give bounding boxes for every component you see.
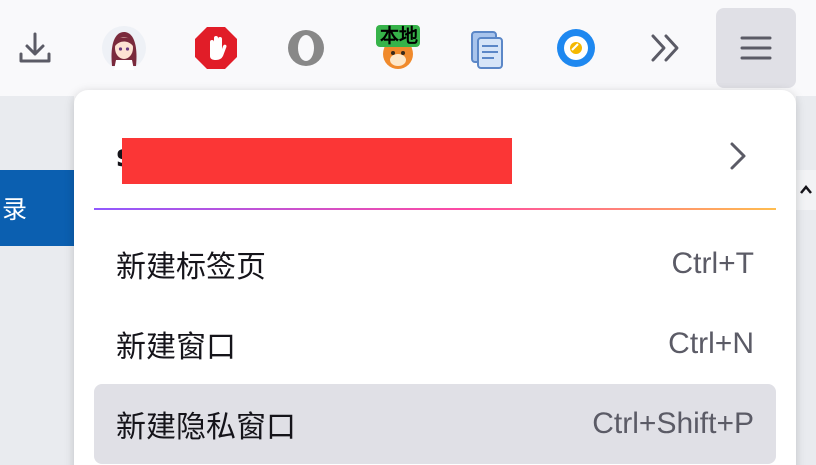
- documents-extension-icon: [471, 31, 503, 69]
- menu-item-new-window[interactable]: 新建窗口 Ctrl+N: [94, 304, 776, 384]
- page-nav-tab[interactable]: 录: [0, 170, 74, 246]
- overflow-button[interactable]: [634, 8, 698, 88]
- anime-avatar-extension-button[interactable]: [92, 8, 156, 88]
- redacted-account-name: [122, 138, 512, 184]
- app-menu-button[interactable]: [716, 8, 796, 88]
- page-scroll-arrow[interactable]: [796, 170, 816, 210]
- blue-circle-extension-icon: [557, 29, 595, 67]
- blue-circle-extension-button[interactable]: [544, 8, 608, 88]
- chevron-up-icon: [800, 185, 812, 194]
- extension-badge: 本地: [380, 25, 419, 47]
- page-background: [0, 96, 74, 465]
- menu-item-label: 新建隐私窗口: [116, 410, 296, 445]
- menu-item-label: 新建窗口: [116, 330, 236, 365]
- overflow-chevrons-icon: [651, 34, 679, 62]
- menu-separator: [94, 208, 776, 210]
- ring-extension-icon: [288, 30, 324, 66]
- hamburger-menu-icon: [740, 36, 772, 60]
- browser-toolbar: 本地: [0, 0, 816, 96]
- local-fox-extension-button[interactable]: 本地: [366, 8, 430, 88]
- documents-extension-button[interactable]: [454, 8, 518, 88]
- download-icon: [19, 32, 51, 63]
- menu-item-shortcut: Ctrl+N: [668, 327, 754, 360]
- adblock-hand-icon: [195, 27, 237, 69]
- page-nav-tab-label: 录: [2, 195, 28, 224]
- anime-avatar-extension-icon: [102, 26, 146, 70]
- menu-item-label: 新建标签页: [116, 250, 266, 285]
- app-menu-panel: s 新建标签页 Ctrl+T 新建窗口 Ctrl+N 新建隐私窗口 Ctrl+S…: [74, 90, 796, 465]
- page-background-right: [796, 96, 816, 465]
- menu-item-new-private-window[interactable]: 新建隐私窗口 Ctrl+Shift+P: [94, 384, 776, 464]
- menu-item-new-tab[interactable]: 新建标签页 Ctrl+T: [94, 224, 776, 304]
- menu-item-shortcut: Ctrl+Shift+P: [592, 407, 754, 440]
- menu-item-shortcut: Ctrl+T: [671, 247, 755, 280]
- download-button[interactable]: [3, 8, 67, 88]
- chevron-right-icon: [730, 142, 746, 170]
- ring-extension-button[interactable]: [274, 8, 338, 88]
- adblock-extension-button[interactable]: [184, 8, 248, 88]
